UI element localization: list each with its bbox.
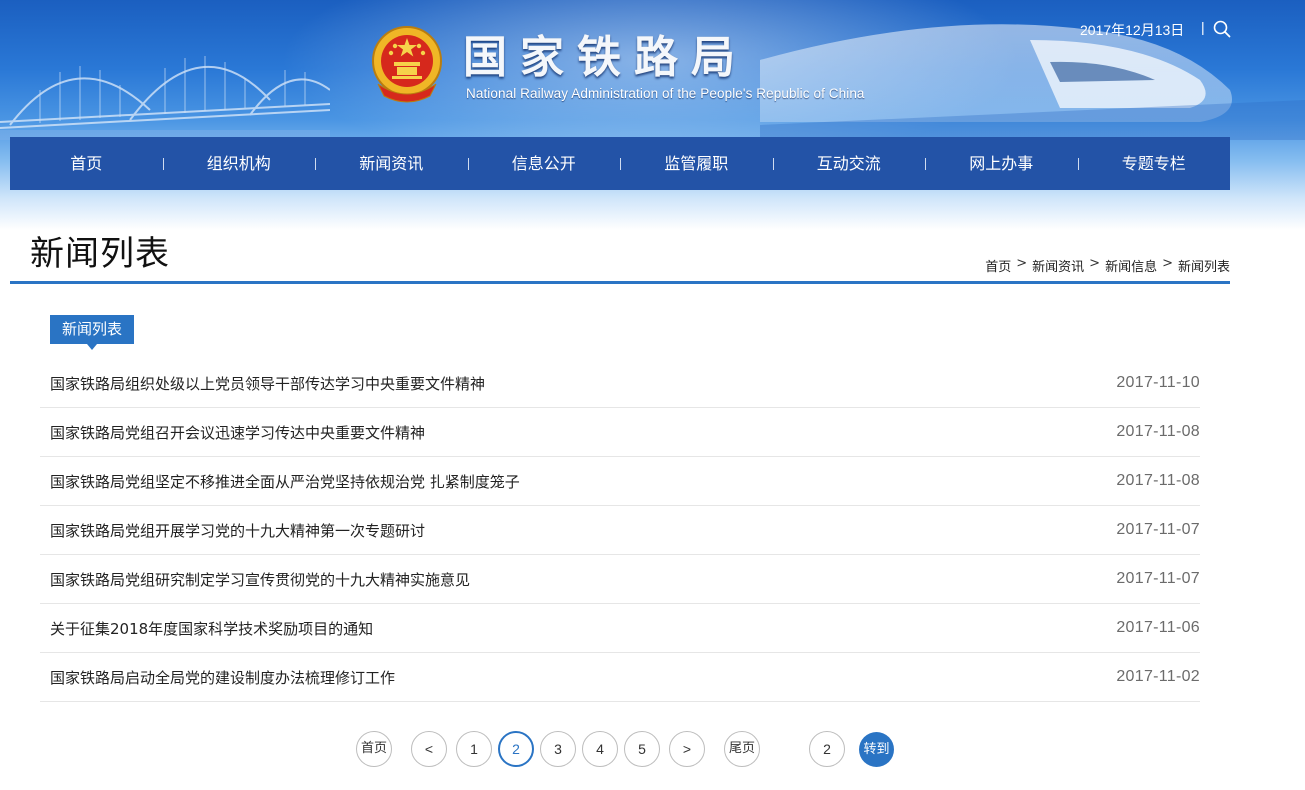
- breadcrumb-separator: >: [1089, 256, 1101, 271]
- news-list: 国家铁路局组织处级以上党员领导干部传达学习中央重要文件精神 2017-11-10…: [40, 359, 1200, 702]
- heading-divider: [10, 281, 1230, 284]
- news-date: 2017-11-07: [1116, 521, 1200, 538]
- news-title-link[interactable]: 国家铁路局党组召开会议迅速学习传达中央重要文件精神: [50, 422, 425, 443]
- news-date: 2017-11-06: [1116, 619, 1200, 636]
- search-icon[interactable]: [1213, 20, 1231, 38]
- prev-page-button[interactable]: <: [411, 731, 447, 767]
- news-title-link[interactable]: 国家铁路局党组开展学习党的十九大精神第一次专题研讨: [50, 520, 425, 541]
- header-banner: 国家铁路局 National Railway Administration of…: [0, 0, 1305, 230]
- page-button-5[interactable]: 5: [624, 731, 660, 767]
- breadcrumb-separator: >: [1016, 256, 1028, 271]
- nav-item-online-service[interactable]: 网上办事: [925, 137, 1078, 190]
- list-item: 国家铁路局党组研究制定学习宣传贯彻党的十九大精神实施意见 2017-11-07: [40, 555, 1200, 604]
- nav-item-news[interactable]: 新闻资讯: [315, 137, 468, 190]
- news-date: 2017-11-07: [1116, 570, 1200, 587]
- current-date: 2017年12月13日: [1080, 22, 1185, 38]
- nav-item-home[interactable]: 首页: [10, 137, 163, 190]
- first-page-button[interactable]: 首页: [356, 731, 392, 767]
- section-tag: 新闻列表: [50, 315, 134, 350]
- page-button-4[interactable]: 4: [582, 731, 618, 767]
- news-title-link[interactable]: 关于征集2018年度国家科学技术奖励项目的通知: [50, 618, 373, 639]
- news-title-link[interactable]: 国家铁路局党组研究制定学习宣传贯彻党的十九大精神实施意见: [50, 569, 470, 590]
- site-subtitle: National Railway Administration of the P…: [466, 86, 865, 101]
- nav-item-interaction[interactable]: 互动交流: [772, 137, 926, 190]
- breadcrumb-separator: >: [1162, 256, 1173, 271]
- nav-item-organization[interactable]: 组织机构: [162, 137, 316, 190]
- breadcrumb-news[interactable]: 新闻资讯: [1032, 256, 1084, 275]
- news-title-link[interactable]: 国家铁路局组织处级以上党员领导干部传达学习中央重要文件精神: [50, 373, 485, 394]
- news-date: 2017-11-10: [1116, 374, 1200, 391]
- bridge-illustration: [0, 56, 330, 140]
- news-date: 2017-11-08: [1116, 423, 1200, 440]
- last-page-button[interactable]: 尾页: [724, 731, 760, 767]
- breadcrumb: 首页 > 新闻资讯 > 新闻信息 > 新闻列表: [985, 256, 1230, 275]
- breadcrumb-news-list[interactable]: 新闻列表: [1178, 256, 1230, 275]
- breadcrumb-news-info[interactable]: 新闻信息: [1105, 256, 1157, 275]
- list-item: 关于征集2018年度国家科学技术奖励项目的通知 2017-11-06: [40, 604, 1200, 653]
- list-item: 国家铁路局党组召开会议迅速学习传达中央重要文件精神 2017-11-08: [40, 408, 1200, 457]
- national-emblem-icon: [372, 26, 442, 103]
- page-button-2-current[interactable]: 2: [498, 731, 534, 767]
- nav-item-disclosure[interactable]: 信息公开: [467, 137, 621, 190]
- list-item: 国家铁路局党组坚定不移推进全面从严治党坚持依规治党 扎紧制度笼子 2017-11…: [40, 457, 1200, 506]
- list-item: 国家铁路局组织处级以上党员领导干部传达学习中央重要文件精神 2017-11-10: [40, 359, 1200, 408]
- list-item: 国家铁路局党组开展学习党的十九大精神第一次专题研讨 2017-11-07: [40, 506, 1200, 555]
- page-button-3[interactable]: 3: [540, 731, 576, 767]
- news-title-link[interactable]: 国家铁路局启动全局党的建设制度办法梳理修订工作: [50, 667, 395, 688]
- nav-item-regulation[interactable]: 监管履职: [620, 137, 773, 190]
- page-jump-button[interactable]: 转到: [859, 732, 894, 767]
- pagination: 首页 < 1 2 3 4 5 > 尾页 转到: [0, 731, 1305, 769]
- breadcrumb-home[interactable]: 首页: [985, 256, 1011, 275]
- news-date: 2017-11-02: [1116, 668, 1200, 685]
- nav-item-special-topics[interactable]: 专题专栏: [1077, 137, 1231, 190]
- news-date: 2017-11-08: [1116, 472, 1200, 489]
- news-title-link[interactable]: 国家铁路局党组坚定不移推进全面从严治党坚持依规治党 扎紧制度笼子: [50, 471, 520, 492]
- main-nav: 首页 组织机构 新闻资讯 信息公开 监管履职 互动交流 网上办事 专题专栏: [10, 137, 1230, 190]
- page-button-1[interactable]: 1: [456, 731, 492, 767]
- page-jump-input[interactable]: [809, 731, 845, 767]
- page-title: 新闻列表: [30, 234, 170, 274]
- next-page-button[interactable]: >: [669, 731, 705, 767]
- header-separator: |: [1201, 19, 1205, 35]
- site-title: 国家铁路局: [463, 32, 748, 83]
- list-item: 国家铁路局启动全局党的建设制度办法梳理修订工作 2017-11-02: [40, 653, 1200, 702]
